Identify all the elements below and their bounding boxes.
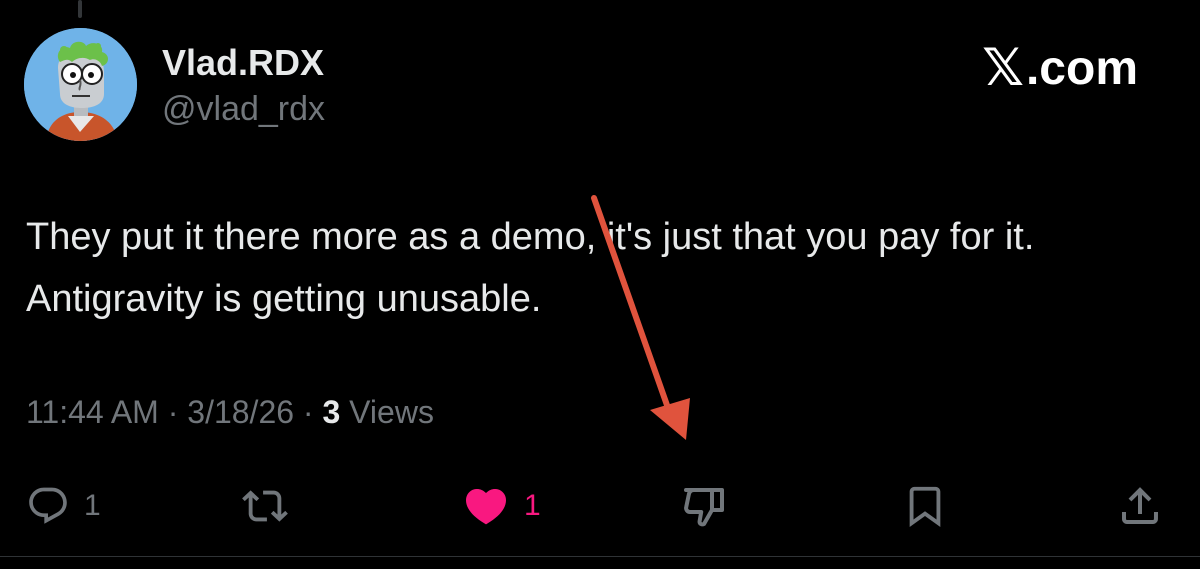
views-count: 3: [322, 394, 341, 430]
share-button[interactable]: [1116, 478, 1164, 534]
thread-connector-line: [78, 0, 82, 18]
avatar-illustration: [24, 28, 137, 141]
share-icon: [1122, 487, 1158, 524]
bookmark-icon: [909, 486, 941, 527]
tweet-time[interactable]: 11:44 AM: [26, 394, 159, 430]
tweet-text: They put it there more as a demo, it's j…: [26, 216, 1035, 320]
bookmark-button[interactable]: [902, 478, 948, 534]
brand-label: .com: [1025, 41, 1138, 95]
reply-button[interactable]: 1: [26, 478, 101, 534]
like-button[interactable]: 1: [462, 478, 541, 534]
heart-filled-icon: [465, 489, 507, 525]
reply-count: 1: [84, 489, 101, 522]
tweet-meta: 11:44 AM · 3/18/26 · 3 Views: [26, 394, 434, 431]
reply-icon: [29, 487, 67, 524]
repost-button[interactable]: [242, 478, 288, 534]
x-logo-icon: 𝕏: [982, 39, 1024, 97]
thumbs-down-icon: [684, 488, 724, 527]
author-handle[interactable]: @vlad_rdx: [162, 90, 325, 129]
repost-icon: [242, 490, 288, 522]
dislike-button[interactable]: [680, 478, 728, 534]
avatar[interactable]: [24, 28, 137, 141]
meta-separator: ·: [167, 394, 179, 430]
author-display-name[interactable]: Vlad.RDX: [162, 42, 324, 84]
views-label: Views: [349, 394, 434, 430]
brand-watermark: 𝕏 .com: [982, 38, 1138, 98]
divider: [0, 556, 1200, 557]
tweet-date[interactable]: 3/18/26: [187, 394, 294, 430]
meta-separator: ·: [302, 394, 314, 430]
tweet-action-bar: 1 1: [0, 478, 1200, 534]
like-count: 1: [524, 489, 541, 522]
